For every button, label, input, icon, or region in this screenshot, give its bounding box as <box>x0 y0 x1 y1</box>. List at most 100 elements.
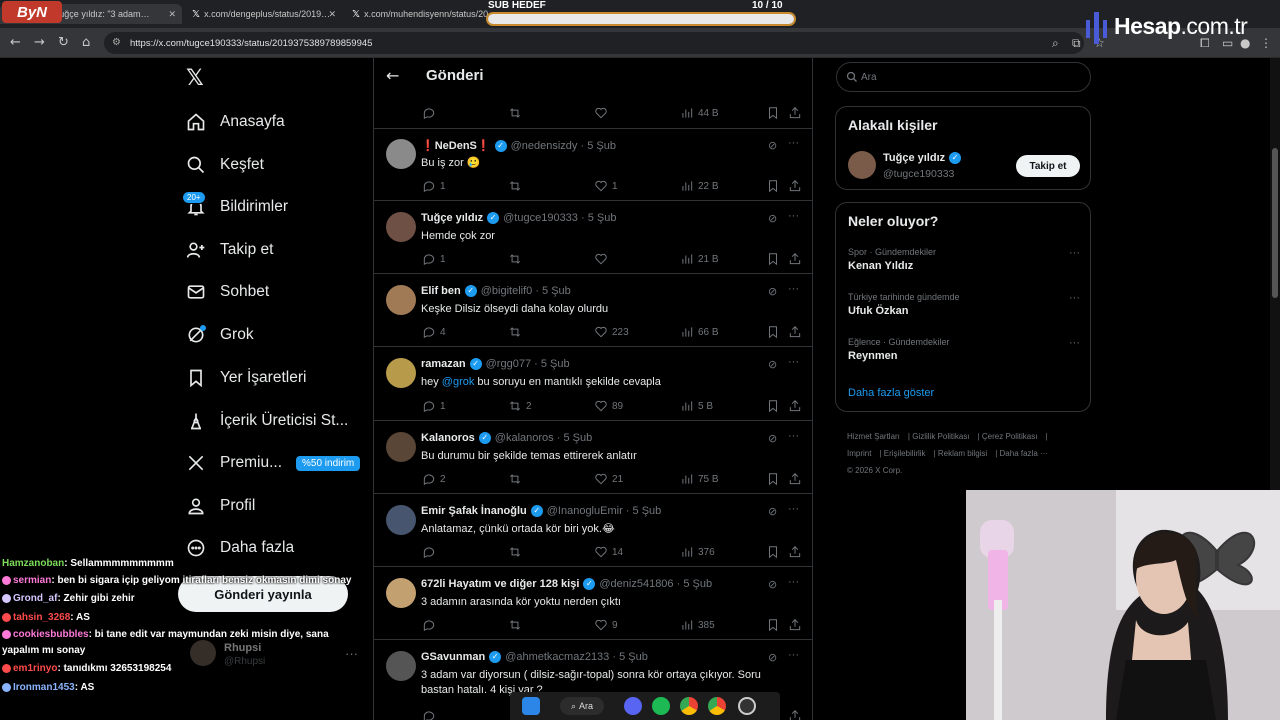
like-icon[interactable]: 1 <box>594 179 618 193</box>
like-icon[interactable]: 89 <box>594 399 623 413</box>
more-dots-icon[interactable]: ··· <box>1069 292 1080 304</box>
back-arrow-icon[interactable]: ← <box>10 35 21 50</box>
nav-item-home[interactable]: Anasayfa <box>186 107 285 137</box>
avatar[interactable] <box>386 505 416 535</box>
views-stat[interactable]: 75 B <box>680 472 719 486</box>
views-stat[interactable]: 66 B <box>680 325 719 339</box>
more-dots-icon[interactable]: ··· <box>1069 337 1080 349</box>
like-icon[interactable]: 9 <box>594 618 618 632</box>
more-dots-icon[interactable]: ··· <box>788 283 799 295</box>
share-icon[interactable] <box>788 472 806 486</box>
tweet-time[interactable]: 5 Şub <box>619 651 648 663</box>
footer-link[interactable]: Erişilebilirlik <box>884 449 926 458</box>
menu-dots-icon[interactable]: ⋮ <box>1260 36 1272 50</box>
more-dots-icon[interactable]: ··· <box>788 210 799 222</box>
like-icon[interactable]: 14 <box>594 545 623 559</box>
retweet-icon[interactable] <box>508 545 526 559</box>
reply-icon[interactable] <box>422 106 440 120</box>
zoom-icon[interactable]: ⌕ <box>1052 36 1059 51</box>
reply-tweet[interactable]: Tuğçe yıldız ✓ @tugce190333 · 5 Şub ⊘ ··· Hem… <box>374 202 812 274</box>
obs-icon[interactable] <box>738 697 756 715</box>
grok-icon[interactable]: ⊘ <box>768 432 777 445</box>
tweet-time[interactable]: 5 Şub <box>587 140 616 152</box>
search-input[interactable]: Ara <box>836 62 1091 92</box>
scrollbar-thumb[interactable] <box>1272 148 1278 298</box>
nav-item-grok[interactable]: Grok <box>186 320 254 350</box>
close-tab-icon[interactable]: ✕ <box>328 9 336 20</box>
nav-item-explore[interactable]: Keşfet <box>186 150 264 180</box>
tweet-time[interactable]: 5 Şub <box>683 578 712 590</box>
chrome-icon[interactable] <box>680 697 698 715</box>
author-name[interactable]: Elif ben <box>421 285 461 297</box>
share-icon[interactable] <box>788 618 806 632</box>
share-icon[interactable] <box>788 399 806 413</box>
grok-icon[interactable]: ⊘ <box>768 578 777 591</box>
avatar[interactable] <box>386 285 416 315</box>
x-logo-icon[interactable]: 𝕏 <box>186 66 204 91</box>
views-stat[interactable]: 376 <box>680 545 715 559</box>
reply-icon[interactable]: 4 <box>422 325 446 339</box>
grok-icon[interactable]: ⊘ <box>768 285 777 298</box>
tweet-time[interactable]: 5 Şub <box>563 432 592 444</box>
retweet-icon[interactable] <box>508 472 526 486</box>
avatar[interactable] <box>386 578 416 608</box>
more-dots-icon[interactable]: ··· <box>788 137 799 149</box>
reply-icon[interactable]: 1 <box>422 399 446 413</box>
reply-icon[interactable] <box>422 545 440 559</box>
reply-tweet[interactable]: ramazan ✓ @rgg077 · 5 Şub ⊘ ··· hey @grok bu … <box>374 348 812 421</box>
more-dots-icon[interactable]: ··· <box>788 503 799 515</box>
bookmark-icon[interactable] <box>766 618 784 632</box>
reply-icon[interactable] <box>422 709 440 720</box>
follow-button[interactable]: Takip et <box>1016 155 1080 177</box>
author-name[interactable]: Kalanoros <box>421 432 475 444</box>
close-tab-icon[interactable]: ✕ <box>168 9 176 20</box>
home-icon[interactable]: ⌂ <box>82 35 90 50</box>
trend-item[interactable]: Türkiye tarihinde gündemde Ufuk Özkan ··… <box>848 292 1080 317</box>
grok-icon[interactable]: ⊘ <box>768 505 777 518</box>
site-settings-icon[interactable]: ⚙ <box>112 37 121 48</box>
avatar[interactable] <box>386 432 416 462</box>
footer-link[interactable]: Imprint <box>847 449 871 458</box>
more-dots-icon[interactable]: ··· <box>788 576 799 588</box>
discord-icon[interactable] <box>624 697 642 715</box>
retweet-icon[interactable] <box>508 106 526 120</box>
footer-link[interactable]: Hizmet Şartları <box>847 432 900 441</box>
views-stat[interactable]: 44 B <box>680 106 719 120</box>
spotify-icon[interactable] <box>652 697 670 715</box>
grok-icon[interactable]: ⊘ <box>768 212 777 225</box>
retweet-icon[interactable] <box>508 252 526 266</box>
reply-tweet[interactable]: Elif ben ✓ @bigitelif0 · 5 Şub ⊘ ··· Keşke Di… <box>374 275 812 347</box>
taskbar-search[interactable]: ⌕ Ara <box>560 697 604 715</box>
tweet-time[interactable]: 5 Şub <box>542 285 571 297</box>
mention-link[interactable]: @grok <box>442 376 475 388</box>
avatar[interactable] <box>386 358 416 388</box>
bookmark-icon[interactable] <box>766 545 784 559</box>
more-dots-icon[interactable]: ··· <box>1069 247 1080 259</box>
reload-icon[interactable]: ↻ <box>58 35 69 50</box>
more-dots-icon[interactable]: ··· <box>788 430 799 442</box>
back-arrow-icon[interactable]: ← <box>386 66 399 85</box>
reply-icon[interactable]: 1 <box>422 179 446 193</box>
views-stat[interactable]: 5 B <box>680 399 713 413</box>
bookmark-icon[interactable] <box>766 252 784 266</box>
nav-item-follow[interactable]: Takip et <box>186 235 273 265</box>
install-icon[interactable]: ⧉ <box>1072 36 1081 51</box>
like-icon[interactable] <box>594 106 612 120</box>
nav-item-bookmarks[interactable]: Yer İşaretleri <box>186 363 306 393</box>
footer-link[interactable]: Reklam bilgisi <box>938 449 987 458</box>
share-icon[interactable] <box>788 106 806 120</box>
author-name[interactable]: Tuğçe yıldız <box>421 212 483 224</box>
reply-tweet[interactable]: Kalanoros ✓ @kalanoros · 5 Şub ⊘ ··· Bu durum… <box>374 422 812 494</box>
browser-tab[interactable]: 𝕏 x.com/muhendisyenn/status/20… <box>346 4 497 24</box>
author-name[interactable]: NeDenS <box>435 140 477 152</box>
views-stat[interactable]: 21 B <box>680 252 719 266</box>
author-name[interactable]: GSavunman <box>421 651 485 663</box>
retweet-icon[interactable] <box>508 618 526 632</box>
share-icon[interactable] <box>788 252 806 266</box>
author-name[interactable]: ramazan <box>421 358 466 370</box>
bookmark-icon[interactable] <box>766 399 784 413</box>
tweet-time[interactable]: 5 Şub <box>633 505 662 517</box>
views-stat[interactable]: 385 <box>680 618 715 632</box>
share-icon[interactable] <box>788 179 806 193</box>
bookmark-icon[interactable] <box>766 106 784 120</box>
